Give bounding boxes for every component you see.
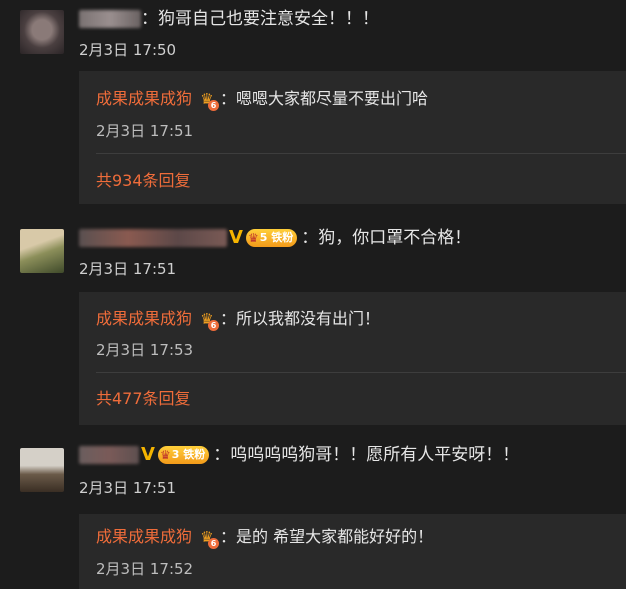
reply-box: 成果成果成狗 ♛ 6 ：是的 希望大家都能好好的！ 2月3日 17:52 — [79, 514, 626, 589]
reply-box: 成果成果成狗 ♛ 6 ：嗯嗯大家都尽量不要出门哈 2月3日 17:51 共934条… — [79, 71, 626, 204]
vip-crown-icon: ♛ 6 — [196, 527, 220, 549]
vip-crown-icon: ♛ 6 — [196, 89, 220, 111]
comment-text: ：呜呜呜呜狗哥！！愿所有人平安呀！！ — [213, 445, 520, 465]
reply-text: ：是的 希望大家都能好好的！ — [220, 527, 434, 546]
reply-text: ：嗯嗯大家都尽量不要出门哈 — [220, 89, 429, 108]
reply-line: 成果成果成狗 ♛ 6 ：嗯嗯大家都尽量不要出门哈 — [96, 87, 428, 111]
comment-text: ：狗哥自己也要注意安全！！！ — [141, 9, 379, 29]
comment-text: ：狗，你口罩不合格！ — [301, 228, 472, 248]
reply-author[interactable]: 成果成果成狗 — [96, 307, 192, 331]
avatar[interactable] — [20, 10, 64, 54]
reply-box: 成果成果成狗 ♛ 6 ：所以我都没有出门！ 2月3日 17:53 共477条回复 — [79, 292, 626, 425]
reply-time: 2月3日 17:52 — [96, 560, 194, 578]
comment-time: 2月3日 17:51 — [79, 260, 177, 278]
avatar[interactable] — [20, 229, 64, 273]
username-blurred[interactable] — [79, 229, 227, 247]
comment-header: ：狗哥自己也要注意安全！！！ — [79, 7, 379, 31]
fan-badge: ♛ 3 铁粉 — [157, 446, 210, 464]
comment-header: V ♛ 5 铁粉 ：狗，你口罩不合格！ — [79, 226, 471, 250]
comment-time: 2月3日 17:50 — [79, 41, 177, 59]
reply-time: 2月3日 17:53 — [96, 341, 194, 359]
reply-time: 2月3日 17:51 — [96, 122, 194, 140]
fan-badge: ♛ 5 铁粉 — [245, 229, 298, 247]
reply-author[interactable]: 成果成果成狗 — [96, 87, 192, 111]
verified-v-icon: V — [141, 444, 155, 465]
divider — [96, 153, 626, 154]
vip-crown-icon: ♛ 6 — [196, 309, 220, 331]
username-blurred[interactable] — [79, 10, 141, 28]
verified-v-icon: V — [229, 227, 243, 248]
reply-text: ：所以我都没有出门！ — [220, 309, 381, 328]
divider — [96, 372, 626, 373]
reply-line: 成果成果成狗 ♛ 6 ：是的 希望大家都能好好的！ — [96, 525, 433, 549]
view-all-replies-link[interactable]: 共934条回复 — [96, 170, 191, 192]
comment-time: 2月3日 17:51 — [79, 479, 177, 497]
comment-header: V ♛ 3 铁粉 ：呜呜呜呜狗哥！！愿所有人平安呀！！ — [79, 443, 519, 467]
username-blurred[interactable] — [79, 446, 139, 464]
reply-line: 成果成果成狗 ♛ 6 ：所以我都没有出门！ — [96, 307, 380, 331]
reply-author[interactable]: 成果成果成狗 — [96, 525, 192, 549]
view-all-replies-link[interactable]: 共477条回复 — [96, 388, 191, 410]
avatar[interactable] — [20, 448, 64, 492]
